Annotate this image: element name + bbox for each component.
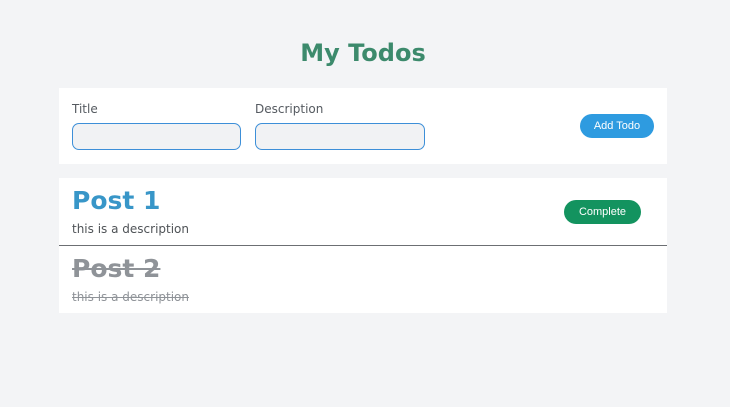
app-title: My Todos [300,39,426,67]
description-field-label: Description [255,102,324,116]
title-input[interactable] [72,123,241,150]
todo-description: this is a description [72,222,189,236]
todo-description: this is a description [72,290,189,304]
todo-list: Post 1 this is a description Complete Po… [59,178,667,313]
todo-item: Post 1 this is a description Complete [59,178,667,246]
description-input[interactable] [255,123,425,150]
add-todo-button[interactable]: Add Todo [580,114,654,138]
todo-title: Post 2 [72,254,161,283]
add-todo-form: Title Description Add Todo [59,88,667,164]
complete-button[interactable]: Complete [564,200,641,224]
todo-item-completed: Post 2 this is a description [59,246,667,313]
title-field-label: Title [72,102,98,116]
todo-title: Post 1 [72,186,161,215]
